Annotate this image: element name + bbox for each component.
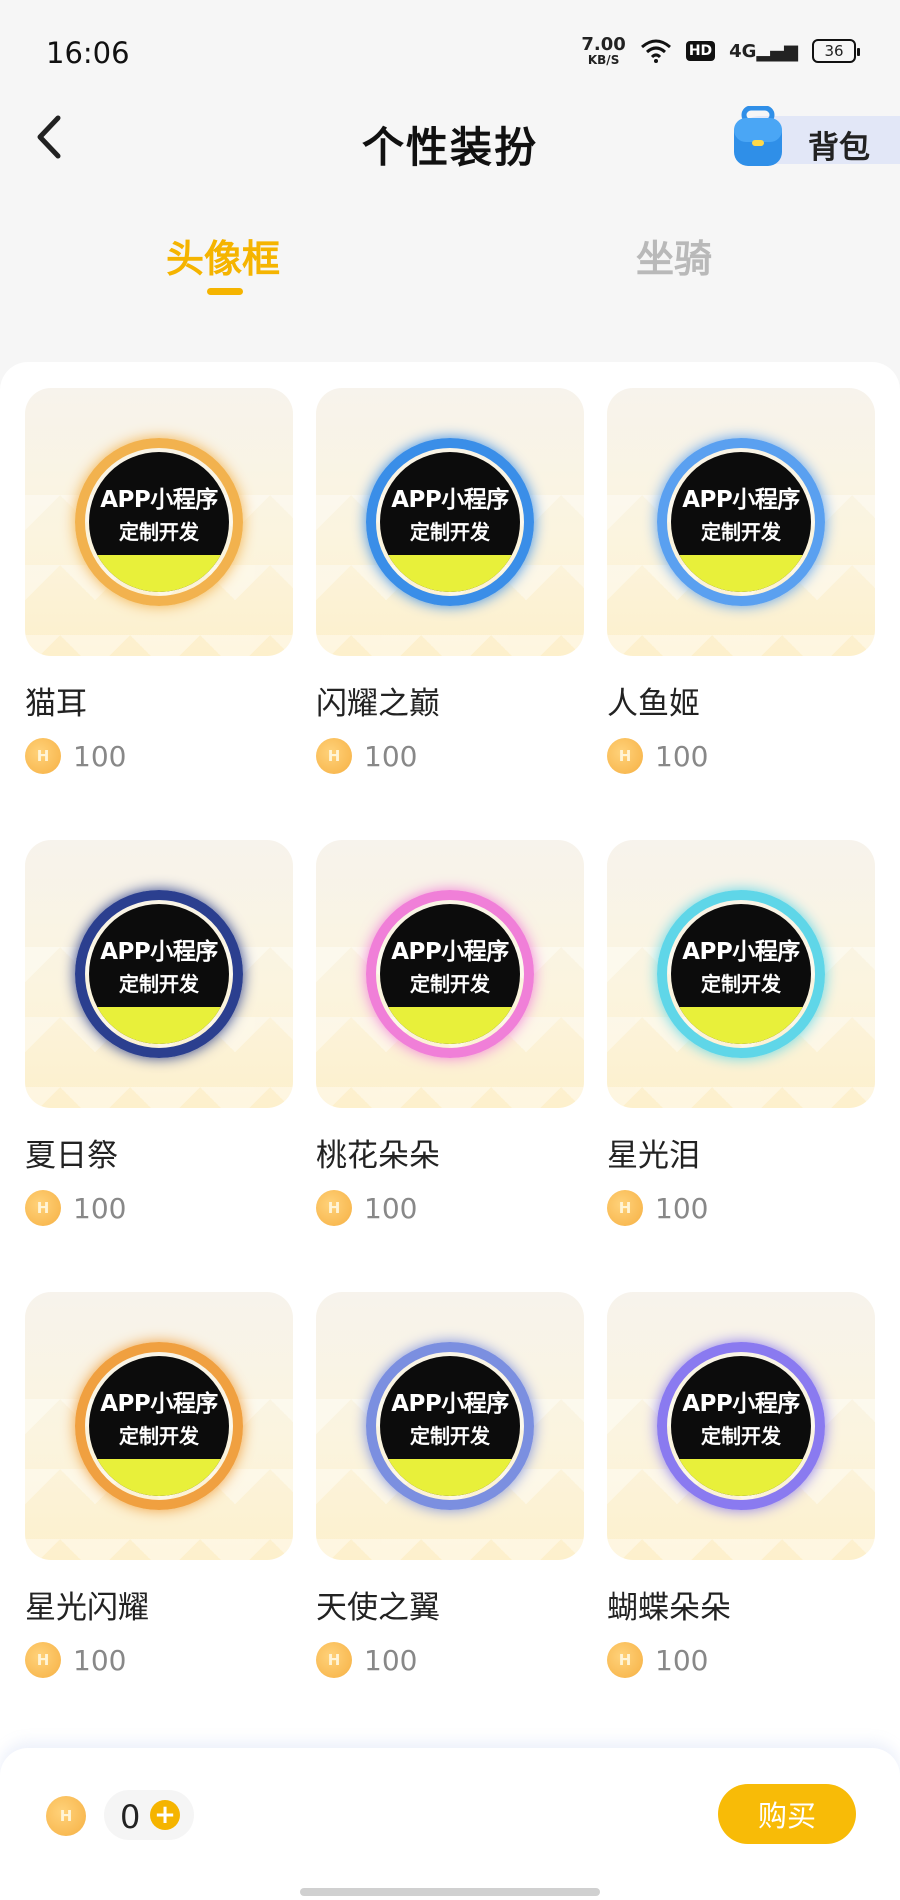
balance-pill: 0 +: [104, 1790, 194, 1840]
item-price: 100: [655, 1643, 709, 1677]
coin-icon: H: [607, 1190, 643, 1226]
price-row: H 100: [316, 1190, 417, 1226]
frame-ring: [75, 890, 243, 1058]
price-row: H 100: [25, 1190, 126, 1226]
coin-icon: H: [607, 738, 643, 774]
frame-item[interactable]: APP小程序 定制开发 桃花朵朵 H 100: [316, 840, 584, 1240]
frame-preview: APP小程序 定制开发: [607, 840, 875, 1108]
frame-ring: [657, 890, 825, 1058]
tab-mount[interactable]: 坐骑: [636, 228, 712, 283]
frame-preview: APP小程序 定制开发: [607, 1292, 875, 1560]
coin-icon: H: [316, 738, 352, 774]
backpack-icon: [734, 106, 782, 166]
coin-icon: H: [25, 1642, 61, 1678]
coin-icon: H: [316, 1642, 352, 1678]
content-panel: APP小程序 定制开发 猫耳 H 100 APP小程序 定制开发 闪耀之巅 H …: [0, 362, 900, 1782]
price-row: H 100: [607, 738, 708, 774]
item-name: 猫耳: [25, 686, 87, 722]
item-price: 100: [73, 1643, 127, 1677]
frame-ring: [366, 438, 534, 606]
item-name: 天使之翼: [316, 1590, 440, 1626]
home-indicator: [300, 1888, 600, 1896]
frame-item[interactable]: APP小程序 定制开发 闪耀之巅 H 100: [316, 388, 584, 788]
frame-item[interactable]: APP小程序 定制开发 星光闪耀 H 100: [25, 1292, 293, 1692]
status-indicators: 7.00 KB/S HD 4G▂▄▆ 36: [581, 34, 860, 67]
status-bar: 16:06 7.00 KB/S HD 4G▂▄▆ 36: [0, 0, 900, 100]
frame-item[interactable]: APP小程序 定制开发 猫耳 H 100: [25, 388, 293, 788]
frame-preview: APP小程序 定制开发: [316, 388, 584, 656]
item-price: 100: [73, 1191, 127, 1225]
category-tabs: 头像框 坐骑: [0, 220, 900, 300]
status-time: 16:06: [46, 36, 130, 70]
frame-item[interactable]: APP小程序 定制开发 蝴蝶朵朵 H 100: [607, 1292, 875, 1692]
cellular-label: 4G: [729, 40, 757, 62]
item-name: 星光闪耀: [25, 1590, 149, 1626]
item-price: 100: [73, 739, 127, 773]
frame-ring: [657, 438, 825, 606]
frame-item[interactable]: APP小程序 定制开发 人鱼姬 H 100: [607, 388, 875, 788]
item-price: 100: [655, 739, 709, 773]
frame-ring: [366, 1342, 534, 1510]
net-speed-unit: KB/S: [587, 53, 620, 67]
header: 个性装扮 背包: [0, 100, 900, 180]
frame-ring: [75, 438, 243, 606]
coin-icon: H: [25, 1190, 61, 1226]
frame-preview: APP小程序 定制开发: [25, 388, 293, 656]
balance-value: 0: [120, 1798, 141, 1836]
hd-badge: HD: [685, 41, 716, 61]
net-speed: 7.00 KB/S: [581, 34, 626, 67]
active-tab-indicator: [207, 288, 243, 295]
frame-item[interactable]: APP小程序 定制开发 夏日祭 H 100: [25, 840, 293, 1240]
price-row: H 100: [25, 738, 126, 774]
frame-preview: APP小程序 定制开发: [607, 388, 875, 656]
frame-ring: [366, 890, 534, 1058]
frame-preview: APP小程序 定制开发: [25, 840, 293, 1108]
item-name: 人鱼姬: [607, 686, 700, 722]
cellular-signal-icon: 4G▂▄▆: [729, 40, 798, 62]
backpack-button[interactable]: 背包: [734, 106, 900, 166]
item-name: 蝴蝶朵朵: [607, 1590, 731, 1626]
price-row: H 100: [316, 738, 417, 774]
item-price: 100: [364, 739, 418, 773]
buy-button[interactable]: 购买: [718, 1784, 856, 1844]
battery-level: 36: [824, 42, 844, 60]
coin-icon: H: [316, 1190, 352, 1226]
item-name: 闪耀之巅: [316, 686, 440, 722]
backpack-label: 背包: [808, 130, 870, 166]
frame-preview: APP小程序 定制开发: [25, 1292, 293, 1560]
battery-icon: 36: [812, 39, 860, 63]
add-coins-button[interactable]: +: [150, 1800, 180, 1830]
frame-item[interactable]: APP小程序 定制开发 天使之翼 H 100: [316, 1292, 584, 1692]
price-row: H 100: [607, 1642, 708, 1678]
item-name: 星光泪: [607, 1138, 700, 1174]
item-price: 100: [655, 1191, 709, 1225]
frame-preview: APP小程序 定制开发: [316, 840, 584, 1108]
frame-ring: [75, 1342, 243, 1510]
coin-icon: H: [607, 1642, 643, 1678]
price-row: H 100: [25, 1642, 126, 1678]
price-row: H 100: [607, 1190, 708, 1226]
item-price: 100: [364, 1191, 418, 1225]
frame-preview: APP小程序 定制开发: [316, 1292, 584, 1560]
item-price: 100: [364, 1643, 418, 1677]
tab-avatar-frame[interactable]: 头像框: [166, 228, 280, 283]
item-name: 夏日祭: [25, 1138, 118, 1174]
wifi-icon: [640, 39, 671, 63]
net-speed-value: 7.00: [581, 34, 626, 55]
coin-icon: H: [25, 738, 61, 774]
coin-icon: H: [46, 1796, 86, 1836]
frame-item[interactable]: APP小程序 定制开发 星光泪 H 100: [607, 840, 875, 1240]
purchase-bar: H 0 + 购买: [0, 1748, 900, 1900]
item-name: 桃花朵朵: [316, 1138, 440, 1174]
price-row: H 100: [316, 1642, 417, 1678]
frame-ring: [657, 1342, 825, 1510]
